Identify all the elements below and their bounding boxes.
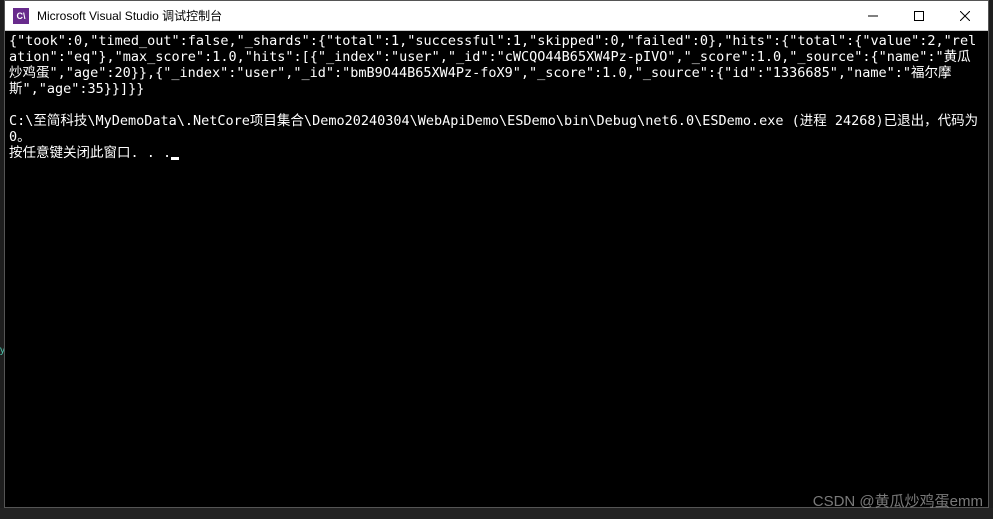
console-window: C\ Microsoft Visual Studio 调试控制台 {"took"… xyxy=(4,0,989,508)
console-output[interactable]: {"took":0,"timed_out":false,"_shards":{"… xyxy=(5,31,988,507)
bottom-strip xyxy=(0,508,993,519)
close-button[interactable] xyxy=(942,1,988,31)
minimize-icon xyxy=(868,11,878,21)
cursor xyxy=(171,157,179,160)
console-prompt-line: 按任意键关闭此窗口. . . xyxy=(9,145,984,161)
console-json-line: {"took":0,"timed_out":false,"_shards":{"… xyxy=(9,33,984,97)
console-exit-line: C:\至简科技\MyDemoData\.NetCore项目集合\Demo2024… xyxy=(9,113,984,145)
window-controls xyxy=(850,1,988,30)
close-icon xyxy=(960,11,970,21)
maximize-button[interactable] xyxy=(896,1,942,31)
titlebar[interactable]: C\ Microsoft Visual Studio 调试控制台 xyxy=(5,1,988,31)
window-title: Microsoft Visual Studio 调试控制台 xyxy=(37,7,850,24)
maximize-icon xyxy=(914,11,924,21)
app-icon: C\ xyxy=(13,8,29,24)
minimize-button[interactable] xyxy=(850,1,896,31)
